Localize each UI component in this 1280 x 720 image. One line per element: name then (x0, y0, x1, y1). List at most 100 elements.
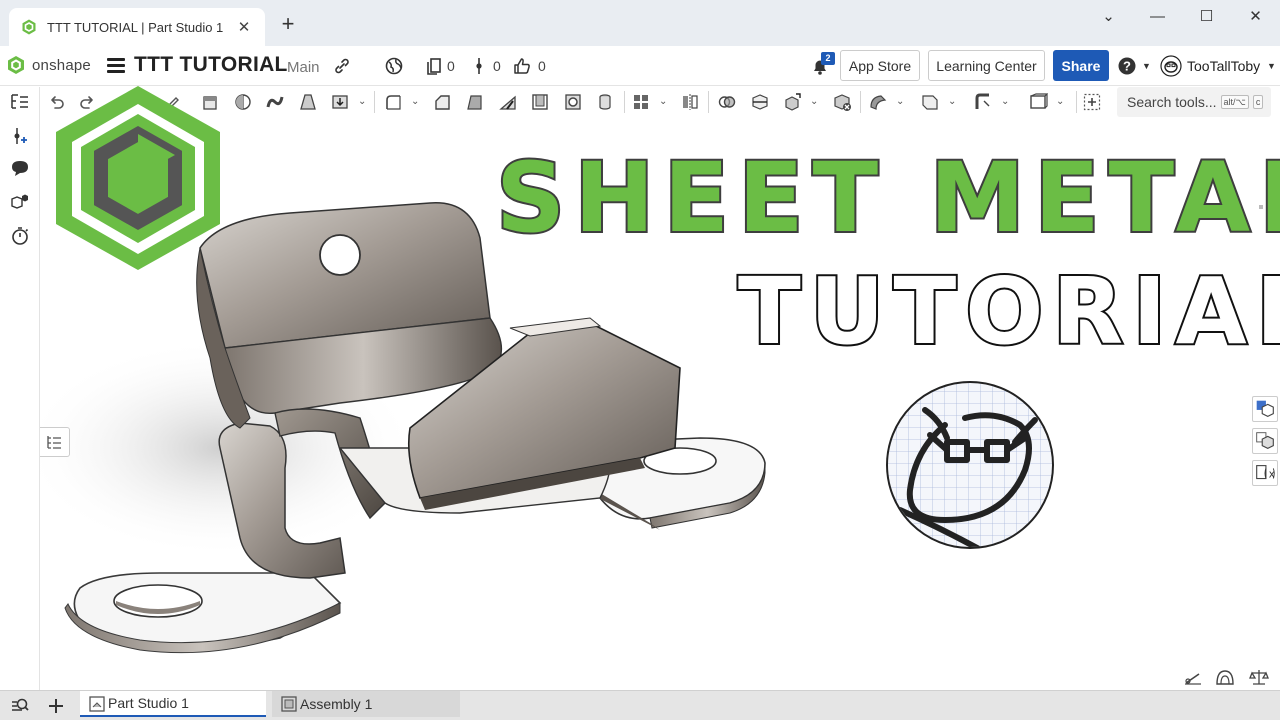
loft-icon[interactable] (298, 92, 318, 112)
transform-icon[interactable] (782, 92, 802, 112)
assembly-icon (281, 696, 297, 712)
tab-search-icon[interactable]: ⌄ (1084, 0, 1133, 32)
onshape-logo[interactable]: onshape (6, 55, 91, 75)
modify-fillet-icon[interactable] (868, 92, 888, 112)
toolbar-separator (374, 91, 375, 113)
pattern-icon[interactable] (631, 92, 651, 112)
versions-count: 0 (447, 58, 455, 74)
username[interactable]: TooTallToby (1187, 58, 1260, 74)
help-icon[interactable]: ? (1117, 56, 1137, 76)
sheet-metal-chevron-down-icon[interactable]: ⌄ (1001, 96, 1009, 107)
cylinder-icon[interactable] (595, 92, 615, 112)
onshape-favicon-icon (22, 19, 36, 35)
tab-manager-search-icon[interactable] (10, 696, 30, 716)
user-avatar-icon[interactable] (1160, 55, 1182, 77)
branch-name[interactable]: Main (287, 59, 320, 76)
browser-tab-active[interactable]: TTT TUTORIAL | Part Studio 1 ✕ (9, 8, 265, 46)
learning-center-button[interactable]: Learning Center (928, 50, 1045, 81)
pattern-chevron-down-icon[interactable]: ⌄ (659, 96, 667, 107)
toolbar-separator (708, 91, 709, 113)
fillet-chevron-down-icon[interactable]: ⌄ (411, 96, 419, 107)
thicken-icon[interactable] (330, 92, 350, 112)
document-tabs-bar: Part Studio 1 Assembly 1 (0, 690, 1280, 720)
feature-tree-toggle[interactable] (40, 427, 70, 457)
brand-name: onshape (32, 56, 91, 74)
onshape-large-logo-icon (56, 86, 220, 270)
left-rail (0, 87, 40, 690)
user-chevron-down-icon[interactable]: ▼ (1267, 61, 1276, 71)
add-custom-feature-icon[interactable] (1082, 92, 1102, 112)
public-globe-icon[interactable] (384, 56, 404, 76)
menu-icon[interactable] (107, 56, 125, 74)
variables-icon[interactable] (9, 125, 31, 147)
search-tools-input[interactable]: Search tools... alt/⌥ c (1117, 87, 1271, 117)
rib-icon[interactable] (498, 92, 518, 112)
plane-icon[interactable] (920, 92, 940, 112)
new-tab-button[interactable]: + (276, 13, 300, 35)
part-studio-tab[interactable]: Part Studio 1 (80, 691, 266, 717)
sweep-icon[interactable] (265, 92, 285, 112)
app-store-button[interactable]: App Store (840, 50, 920, 81)
shortcut-key-c: c (1252, 95, 1264, 109)
plane-chevron-down-icon[interactable]: ⌄ (948, 96, 956, 107)
history-timer-icon[interactable] (9, 225, 31, 247)
title-sheet-metal: SHEET METAL (494, 142, 1280, 254)
right-edge-handle[interactable] (1259, 205, 1263, 209)
app-header: onshape TTT TUTORIAL Main 0 0 0 2 App St… (0, 46, 1280, 86)
configuration-icon[interactable]: x (1252, 460, 1278, 486)
assembly-tab-label: Assembly 1 (300, 696, 373, 712)
link-icon[interactable] (332, 56, 352, 76)
list-tree-icon (47, 436, 61, 449)
add-tab-icon[interactable] (46, 696, 66, 716)
appearance-panel-icon[interactable] (1252, 396, 1278, 422)
thicken-chevron-down-icon[interactable]: ⌄ (358, 96, 366, 107)
close-tab-icon[interactable]: ✕ (235, 18, 253, 36)
versions-icon[interactable] (424, 56, 444, 76)
part-studio-tab-label: Part Studio 1 (108, 695, 189, 711)
workflow-icon[interactable] (469, 56, 489, 76)
delete-part-icon[interactable] (832, 92, 852, 112)
toolbar-separator (1076, 91, 1077, 113)
window-controls: ⌄ — ☐ ✕ (1084, 0, 1280, 32)
shell-icon[interactable] (530, 92, 550, 112)
tootalltoby-avatar-icon (886, 381, 1054, 549)
right-rail: x (1248, 394, 1280, 490)
minimize-button[interactable]: — (1133, 0, 1182, 32)
browser-tabstrip: TTT TUTORIAL | Part Studio 1 ✕ + ⌄ — ☐ ✕ (0, 0, 1280, 46)
fillet-icon[interactable] (383, 92, 403, 112)
window-close-button[interactable]: ✕ (1231, 0, 1280, 32)
help-chevron-down-icon[interactable]: ▼ (1142, 61, 1151, 71)
notification-badge: 2 (821, 52, 835, 65)
frame-chevron-down-icon[interactable]: ⌄ (1056, 96, 1064, 107)
feature-list-icon[interactable] (9, 91, 31, 113)
parts-icon[interactable] (9, 191, 31, 213)
view-cube-icon[interactable] (1215, 668, 1235, 686)
assembly-tab[interactable]: Assembly 1 (272, 691, 460, 717)
hole-icon[interactable] (563, 92, 583, 112)
onshape-logo-icon (8, 56, 24, 74)
browser-tab-title: TTT TUTORIAL | Part Studio 1 (47, 19, 224, 35)
like-thumbs-up-icon[interactable] (512, 56, 532, 76)
frame-icon[interactable] (1028, 92, 1048, 112)
modify-chevron-down-icon[interactable]: ⌄ (896, 96, 904, 107)
units-balance-icon[interactable] (1249, 668, 1269, 686)
draft-icon[interactable] (465, 92, 485, 112)
transform-chevron-down-icon[interactable]: ⌄ (810, 96, 818, 107)
boolean-icon[interactable] (717, 92, 737, 112)
top-flange-hole (319, 234, 361, 276)
chamfer-icon[interactable] (432, 92, 452, 112)
document-name[interactable]: TTT TUTORIAL (134, 53, 288, 77)
split-icon[interactable] (750, 92, 770, 112)
measure-tool-icon[interactable] (1183, 668, 1203, 686)
mirror-icon[interactable] (680, 92, 700, 112)
toolbar-separator (624, 91, 625, 113)
mass-properties-icon[interactable] (1252, 428, 1278, 454)
maximize-button[interactable]: ☐ (1182, 0, 1231, 32)
share-button[interactable]: Share (1053, 50, 1109, 81)
shortcut-key-alt: alt/⌥ (1220, 95, 1249, 109)
likes-count: 0 (538, 58, 546, 74)
revolve-icon[interactable] (233, 92, 253, 112)
svg-text:?: ? (1123, 59, 1131, 74)
comments-icon[interactable] (9, 157, 31, 179)
sheet-metal-model-icon[interactable] (973, 92, 993, 112)
